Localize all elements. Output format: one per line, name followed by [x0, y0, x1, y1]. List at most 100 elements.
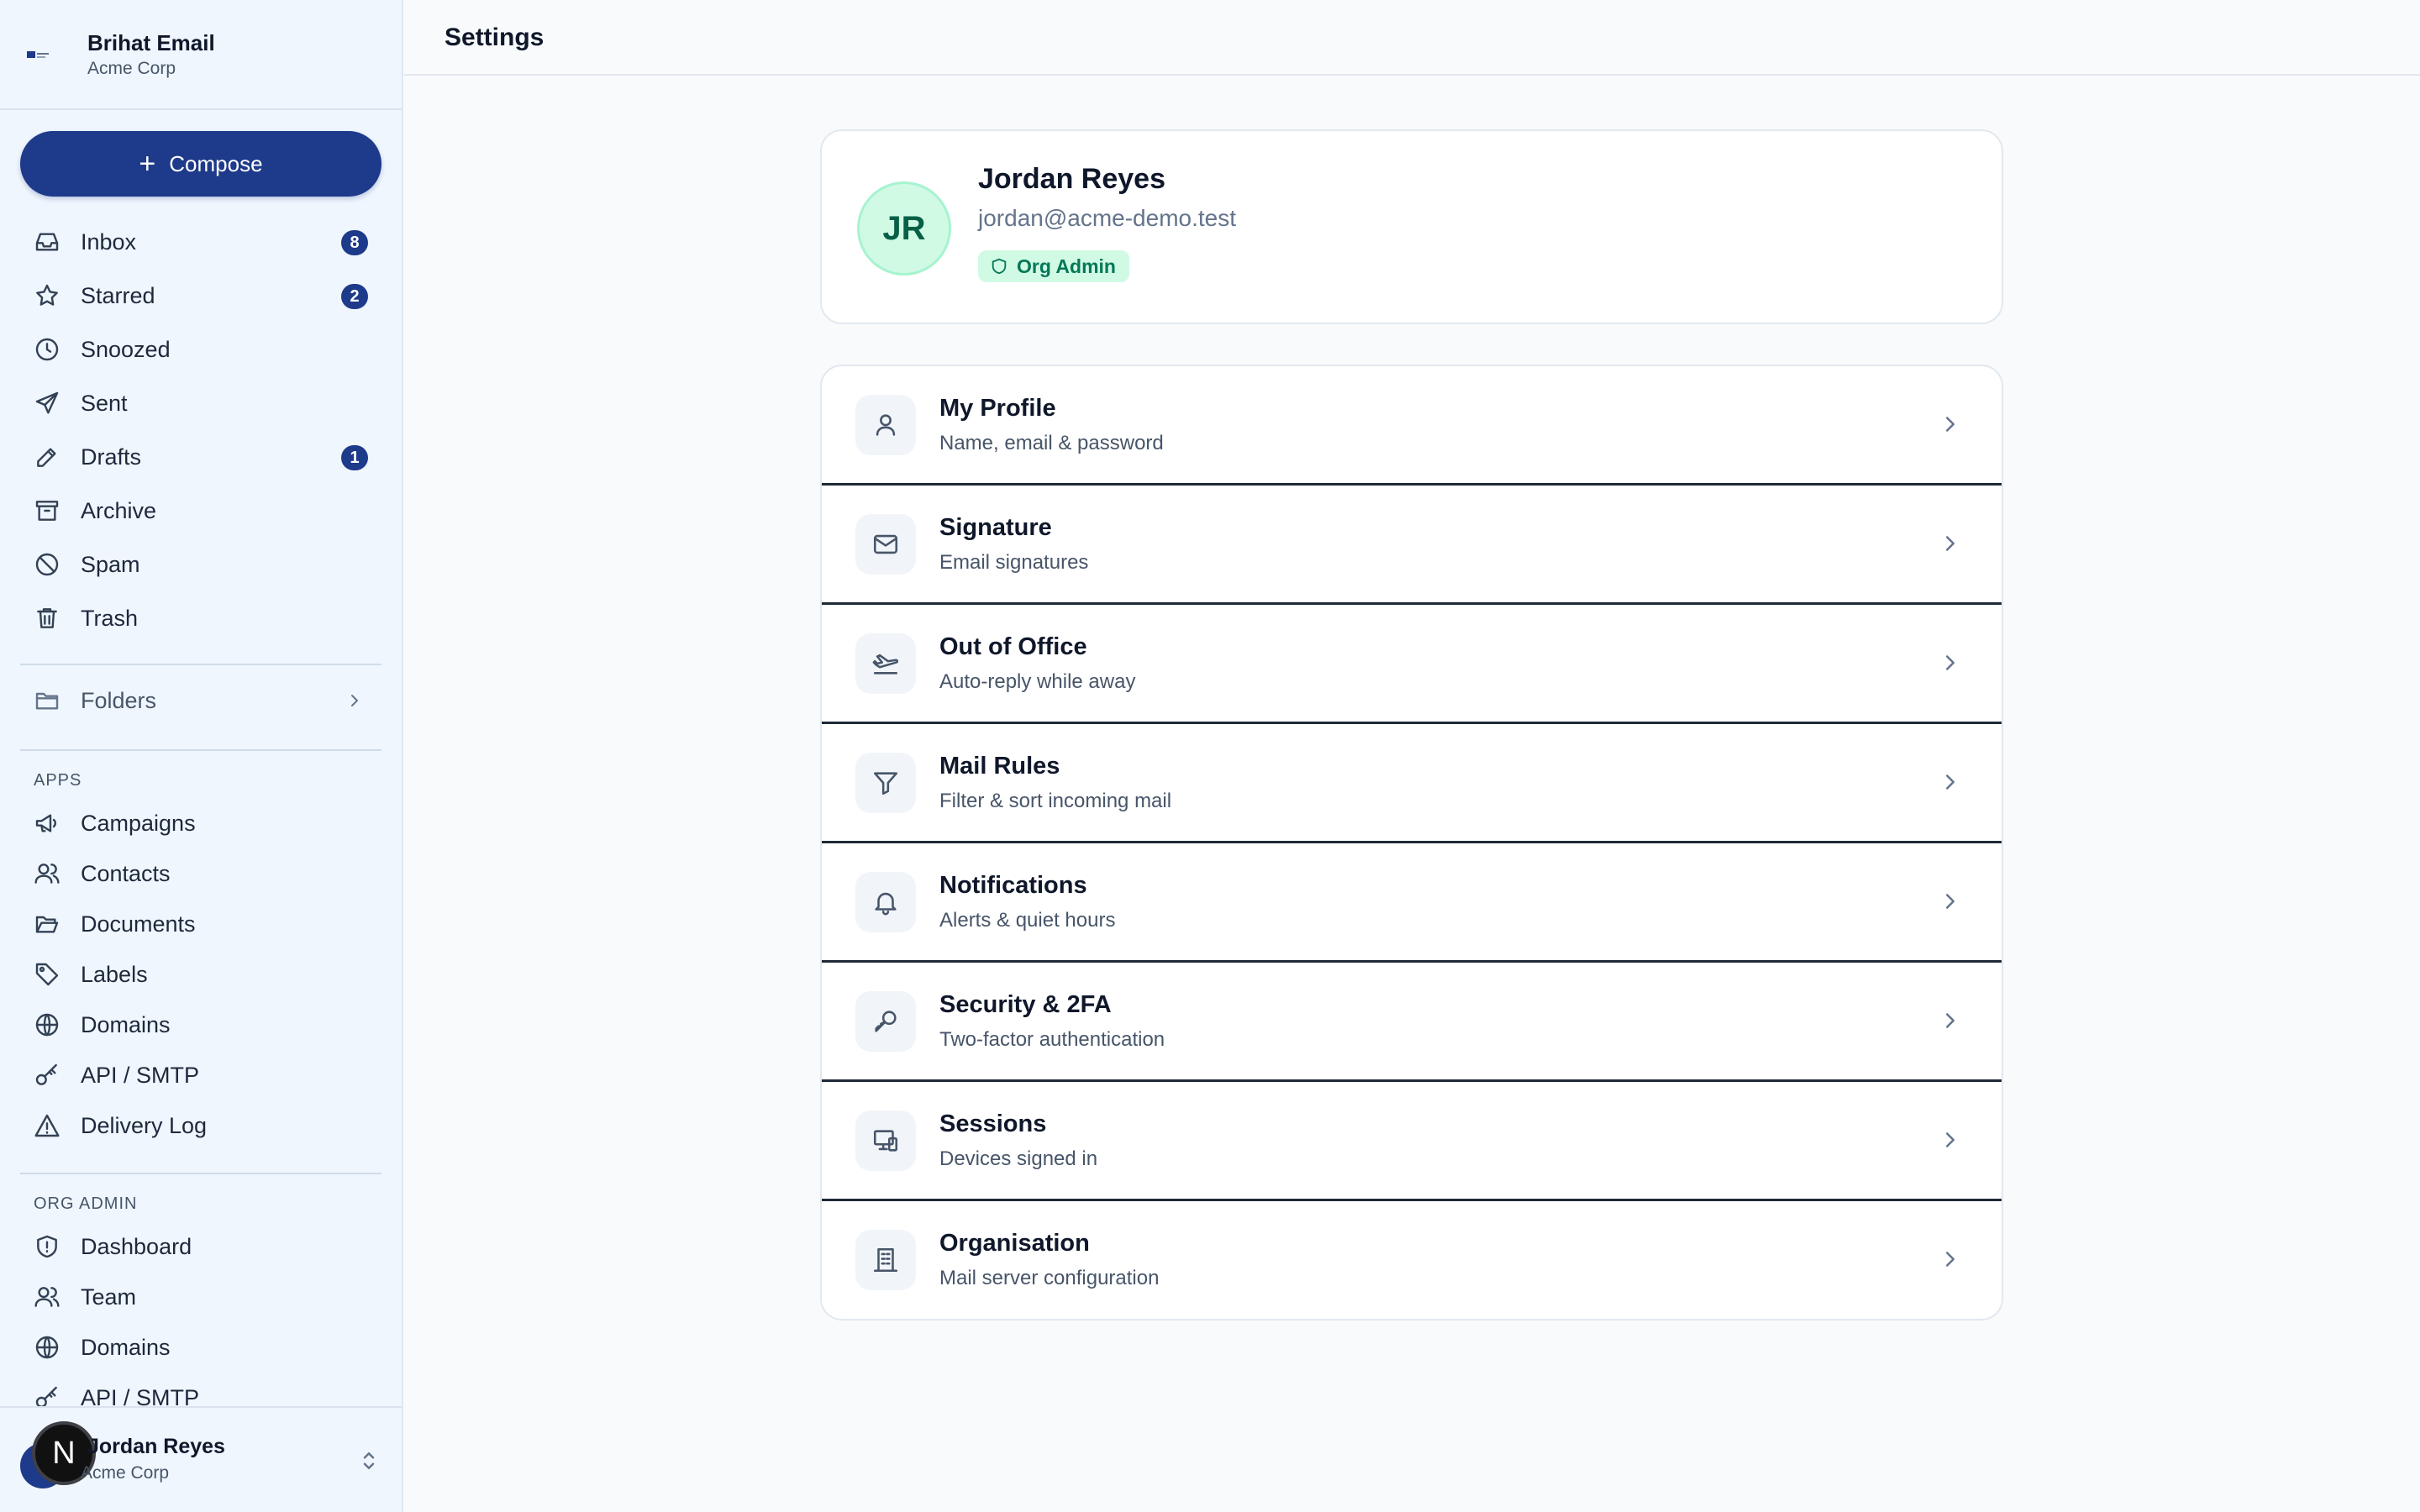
sidebar-item-starred[interactable]: Starred 2 [20, 272, 381, 319]
plane-icon [855, 633, 916, 694]
sidebar-item-admin-domains[interactable]: Domains [20, 1324, 381, 1371]
settings-row-notifications[interactable]: Notifications Alerts & quiet hours [822, 843, 2002, 963]
sidebar-divider [20, 1173, 381, 1174]
settings-row-subtitle: Email signatures [939, 551, 1089, 574]
sidebar-item-label: Domains [81, 1011, 171, 1037]
folder-open-icon [20, 911, 67, 937]
top-bar: Settings [404, 0, 2420, 76]
sidebar-item-sent[interactable]: Sent [20, 380, 381, 427]
sidebar-item-label: Sent [81, 390, 128, 416]
brand-name: Brihat Email [87, 29, 215, 55]
sidebar-item-label: Starred [81, 282, 155, 308]
settings-list: My Profile Name, email & password Signat… [820, 365, 2003, 1320]
settings-row-subtitle: Two-factor authentication [939, 1028, 1165, 1051]
role-badge: Org Admin [978, 250, 1129, 282]
sidebar-item-label: API / SMTP [81, 1062, 200, 1088]
sidebar-item-delivery-log[interactable]: Delivery Log [20, 1102, 381, 1149]
settings-row-sessions[interactable]: Sessions Devices signed in [822, 1082, 2002, 1201]
shield-icon [20, 1233, 67, 1260]
sidebar-item-drafts[interactable]: Drafts 1 [20, 433, 381, 480]
archive-icon [20, 497, 67, 524]
chevron-right-icon [1938, 1127, 1963, 1157]
org-admin-section-heading: ORG ADMIN [34, 1194, 138, 1213]
starred-count-badge: 2 [341, 284, 368, 309]
mail-icon [855, 514, 916, 575]
chevron-right-icon [1938, 1247, 1963, 1276]
sidebar-item-api-smtp[interactable]: API / SMTP [20, 1052, 381, 1099]
sidebar-item-label: Labels [81, 961, 148, 987]
role-label: Org Admin [1017, 255, 1116, 277]
sidebar-item-inbox[interactable]: Inbox 8 [20, 218, 381, 265]
user-account-switcher[interactable]: N Jordan Reyes Acme Corp [0, 1406, 402, 1512]
sidebar-item-label: Drafts [81, 444, 142, 470]
chevron-right-icon [1938, 531, 1963, 560]
profile-name: Jordan Reyes [978, 163, 1165, 195]
settings-row-title: Mail Rules [939, 753, 1060, 780]
sidebar-item-label: Domains [81, 1334, 171, 1360]
drafts-count-badge: 1 [341, 445, 368, 470]
sidebar-item-trash[interactable]: Trash [20, 595, 381, 642]
user-org: Acme Corp [81, 1463, 170, 1483]
chevron-right-icon [345, 690, 365, 715]
sidebar-item-label: Spam [81, 551, 140, 577]
chevron-right-icon [1938, 1008, 1963, 1037]
settings-row-title: Out of Office [939, 633, 1087, 660]
globe-icon [20, 1011, 67, 1038]
settings-row-mail-rules[interactable]: Mail Rules Filter & sort incoming mail [822, 724, 2002, 843]
settings-row-subtitle: Mail server configuration [939, 1267, 1160, 1289]
settings-row-title: Organisation [939, 1230, 1090, 1257]
folder-icon [20, 687, 67, 714]
tag-icon [20, 961, 67, 988]
chevron-right-icon [1938, 650, 1963, 680]
sidebar-item-spam[interactable]: Spam [20, 541, 381, 588]
sidebar-item-team[interactable]: Team [20, 1273, 381, 1320]
sidebar-item-labels[interactable]: Labels [20, 951, 381, 998]
filter-icon [855, 753, 916, 813]
pencil-icon [20, 444, 67, 470]
brand-org: Acme Corp [87, 58, 176, 78]
brand-logo [25, 50, 55, 60]
sidebar-item-snoozed[interactable]: Snoozed [20, 326, 381, 373]
sidebar-item-label: Inbox [81, 228, 137, 255]
settings-row-subtitle: Filter & sort incoming mail [939, 790, 1172, 812]
user-name: Jordan Reyes [87, 1435, 225, 1458]
trash-icon [20, 605, 67, 632]
sidebar-item-domains[interactable]: Domains [20, 1001, 381, 1048]
user-icon [855, 395, 916, 455]
sidebar-item-folders[interactable]: Folders [20, 677, 381, 724]
building-icon [855, 1230, 916, 1290]
avatar: JR [857, 181, 951, 276]
settings-row-title: My Profile [939, 395, 1056, 422]
star-icon [20, 282, 67, 309]
megaphone-icon [20, 810, 67, 837]
settings-row-title: Notifications [939, 872, 1087, 899]
warning-icon [20, 1112, 67, 1139]
compose-button[interactable]: + Compose [20, 131, 381, 197]
settings-row-title: Signature [939, 514, 1052, 541]
sidebar-divider [20, 664, 381, 665]
sidebar: Brihat Email Acme Corp + Compose Inbox 8… [0, 0, 403, 1512]
ban-icon [20, 551, 67, 578]
sidebar-item-label: Snoozed [81, 336, 171, 362]
settings-row-subtitle: Auto-reply while away [939, 670, 1136, 693]
send-icon [20, 390, 67, 417]
settings-row-organisation[interactable]: Organisation Mail server configuration [822, 1201, 2002, 1319]
globe-icon [20, 1334, 67, 1361]
chevron-right-icon [1938, 889, 1963, 918]
settings-row-out-of-office[interactable]: Out of Office Auto-reply while away [822, 605, 2002, 724]
sidebar-item-label: Trash [81, 605, 139, 631]
sidebar-item-dashboard[interactable]: Dashboard [20, 1223, 381, 1270]
settings-row-title: Sessions [939, 1110, 1047, 1137]
sidebar-item-contacts[interactable]: Contacts [20, 850, 381, 897]
settings-row-security[interactable]: Security & 2FA Two-factor authentication [822, 963, 2002, 1082]
sidebar-item-label: Delivery Log [81, 1112, 208, 1138]
devices-icon [855, 1110, 916, 1171]
settings-row-signature[interactable]: Signature Email signatures [822, 486, 2002, 605]
sidebar-item-documents[interactable]: Documents [20, 900, 381, 948]
sidebar-item-archive[interactable]: Archive [20, 487, 381, 534]
settings-row-subtitle: Alerts & quiet hours [939, 909, 1116, 932]
settings-row-my-profile[interactable]: My Profile Name, email & password [822, 366, 2002, 486]
sidebar-item-campaigns[interactable]: Campaigns [20, 800, 381, 847]
brand-header: Brihat Email Acme Corp [0, 0, 402, 110]
chevron-up-down-icon[interactable] [356, 1448, 381, 1478]
